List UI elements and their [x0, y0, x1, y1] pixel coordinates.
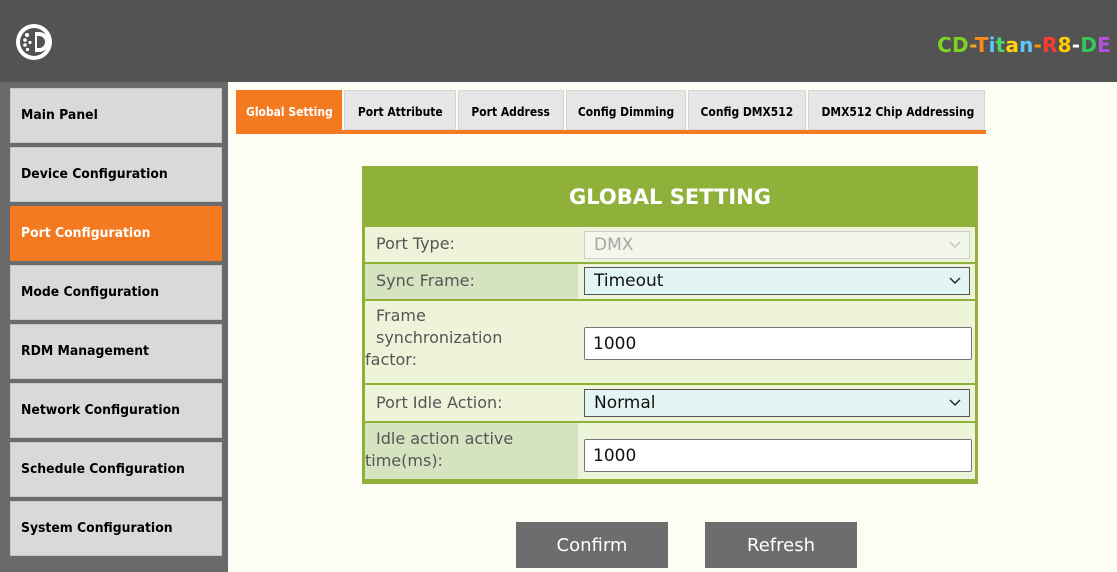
- sidebar-item-label: Schedule Configuration: [21, 461, 185, 477]
- tab-underline: [236, 130, 986, 134]
- tab-label: Port Attribute: [357, 104, 443, 119]
- idle-action-time-input[interactable]: [584, 439, 972, 472]
- sidebar-item-main-panel[interactable]: Main Panel: [10, 88, 222, 143]
- port-idle-action-value-cell: Normal: [580, 385, 975, 421]
- sync-frame-row: Sync Frame: Timeout: [365, 264, 975, 299]
- sidebar-item-mode-configuration[interactable]: Mode Configuration: [10, 265, 222, 320]
- device-name-segment: CD: [937, 33, 970, 57]
- device-name-segment: -: [1033, 33, 1043, 57]
- device-name-segment: 8: [1057, 33, 1072, 57]
- device-name-segment: a: [1005, 33, 1020, 57]
- idle-action-time-label-cell: Idle action active time(ms):: [365, 423, 578, 479]
- device-name-segment: t: [995, 33, 1006, 57]
- tab-bar: Global Setting Port Attribute Port Addre…: [236, 90, 986, 134]
- tab-label: DMX512 Chip Addressing: [821, 104, 975, 119]
- sidebar-item-system-configuration[interactable]: System Configuration: [10, 501, 222, 556]
- idle-action-time-label-line: Idle action active: [376, 429, 514, 448]
- frame-sync-factor-label-line: Frame: [376, 306, 426, 325]
- port-type-value: DMX: [594, 235, 634, 255]
- frame-sync-factor-row: Frame synchronization factor:: [365, 301, 975, 383]
- chevron-down-icon: [949, 277, 961, 284]
- sidebar-item-rdm-management[interactable]: RDM Management: [10, 324, 222, 379]
- port-type-select: DMX: [584, 231, 970, 259]
- sidebar-item-label: System Configuration: [21, 520, 173, 536]
- port-type-row: Port Type: DMX: [365, 227, 975, 262]
- tab-port-attribute[interactable]: Port Attribute: [344, 90, 456, 130]
- port-type-label: Port Type:: [376, 234, 455, 253]
- sidebar-item-label: Main Panel: [21, 107, 98, 123]
- main-content: Global Setting Port Attribute Port Addre…: [228, 82, 1117, 572]
- device-name-segment: E: [1097, 33, 1111, 57]
- tab-label: Config DMX512: [700, 104, 794, 119]
- port-idle-action-label-cell: Port Idle Action:: [365, 385, 578, 421]
- port-idle-action-row: Port Idle Action: Normal: [365, 385, 975, 421]
- sidebar-item-label: Device Configuration: [21, 166, 168, 182]
- tab-dmx512-chip-addressing[interactable]: DMX512 Chip Addressing: [808, 90, 985, 130]
- port-type-label-cell: Port Type:: [365, 227, 578, 262]
- tab-config-dmx512[interactable]: Config DMX512: [688, 90, 806, 130]
- sidebar-item-label: RDM Management: [21, 343, 149, 359]
- chevron-down-icon: [949, 241, 961, 248]
- frame-sync-factor-label-line: synchronization: [376, 328, 503, 347]
- sync-frame-value-cell: Timeout: [580, 264, 975, 299]
- port-idle-action-label: Port Idle Action:: [376, 393, 503, 412]
- sidebar-item-label: Mode Configuration: [21, 284, 160, 300]
- sync-frame-value: Timeout: [594, 271, 664, 291]
- frame-sync-factor-label-cell: Frame synchronization factor:: [365, 301, 578, 383]
- frame-sync-factor-label-line: factor:: [365, 350, 417, 369]
- chevron-down-icon: [949, 399, 961, 406]
- panel-title: GLOBAL SETTING: [569, 185, 771, 209]
- refresh-button[interactable]: Refresh: [705, 522, 857, 568]
- cd-logo-icon: [16, 24, 52, 60]
- sidebar-item-port-configuration[interactable]: Port Configuration: [10, 206, 222, 261]
- sync-frame-label-cell: Sync Frame:: [365, 264, 578, 299]
- device-model-name: CD-Titan-R8-DE: [937, 33, 1111, 57]
- idle-action-time-row: Idle action active time(ms):: [365, 423, 975, 479]
- device-name-segment: D: [1080, 33, 1098, 57]
- port-idle-action-value: Normal: [594, 393, 656, 413]
- tab-port-address[interactable]: Port Address: [458, 90, 564, 130]
- device-name-segment: n: [1019, 33, 1034, 57]
- port-idle-action-select[interactable]: Normal: [584, 389, 970, 417]
- tab-label: Config Dimming: [577, 104, 675, 119]
- tab-label: Port Address: [471, 104, 551, 119]
- tab-global-setting[interactable]: Global Setting: [236, 90, 342, 130]
- frame-sync-factor-input[interactable]: [584, 327, 972, 360]
- device-name-segment: R: [1042, 33, 1058, 57]
- sync-frame-select[interactable]: Timeout: [584, 267, 970, 295]
- global-setting-panel: GLOBAL SETTING Port Type: DMX Sync Frame…: [362, 166, 978, 484]
- sidebar-item-label: Port Configuration: [21, 225, 151, 241]
- sidebar-item-label: Network Configuration: [21, 402, 180, 418]
- sidebar-item-network-configuration[interactable]: Network Configuration: [10, 383, 222, 438]
- sidebar-item-schedule-configuration[interactable]: Schedule Configuration: [10, 442, 222, 497]
- tab-label: Global Setting: [245, 104, 333, 119]
- top-header: CD-Titan-R8-DE: [0, 0, 1117, 82]
- idle-action-time-label-line: time(ms):: [365, 451, 443, 470]
- device-name-segment: T: [974, 33, 989, 57]
- port-type-value-cell: DMX: [580, 227, 975, 262]
- device-name-segment: i: [988, 33, 996, 57]
- tab-config-dimming[interactable]: Config Dimming: [566, 90, 686, 130]
- sidebar-item-device-configuration[interactable]: Device Configuration: [10, 147, 222, 202]
- confirm-button[interactable]: Confirm: [516, 522, 668, 568]
- frame-sync-factor-value-cell: [580, 301, 975, 383]
- sidebar: Main Panel Device Configuration Port Con…: [0, 82, 228, 572]
- idle-action-time-value-cell: [580, 423, 975, 479]
- sync-frame-label: Sync Frame:: [376, 271, 475, 290]
